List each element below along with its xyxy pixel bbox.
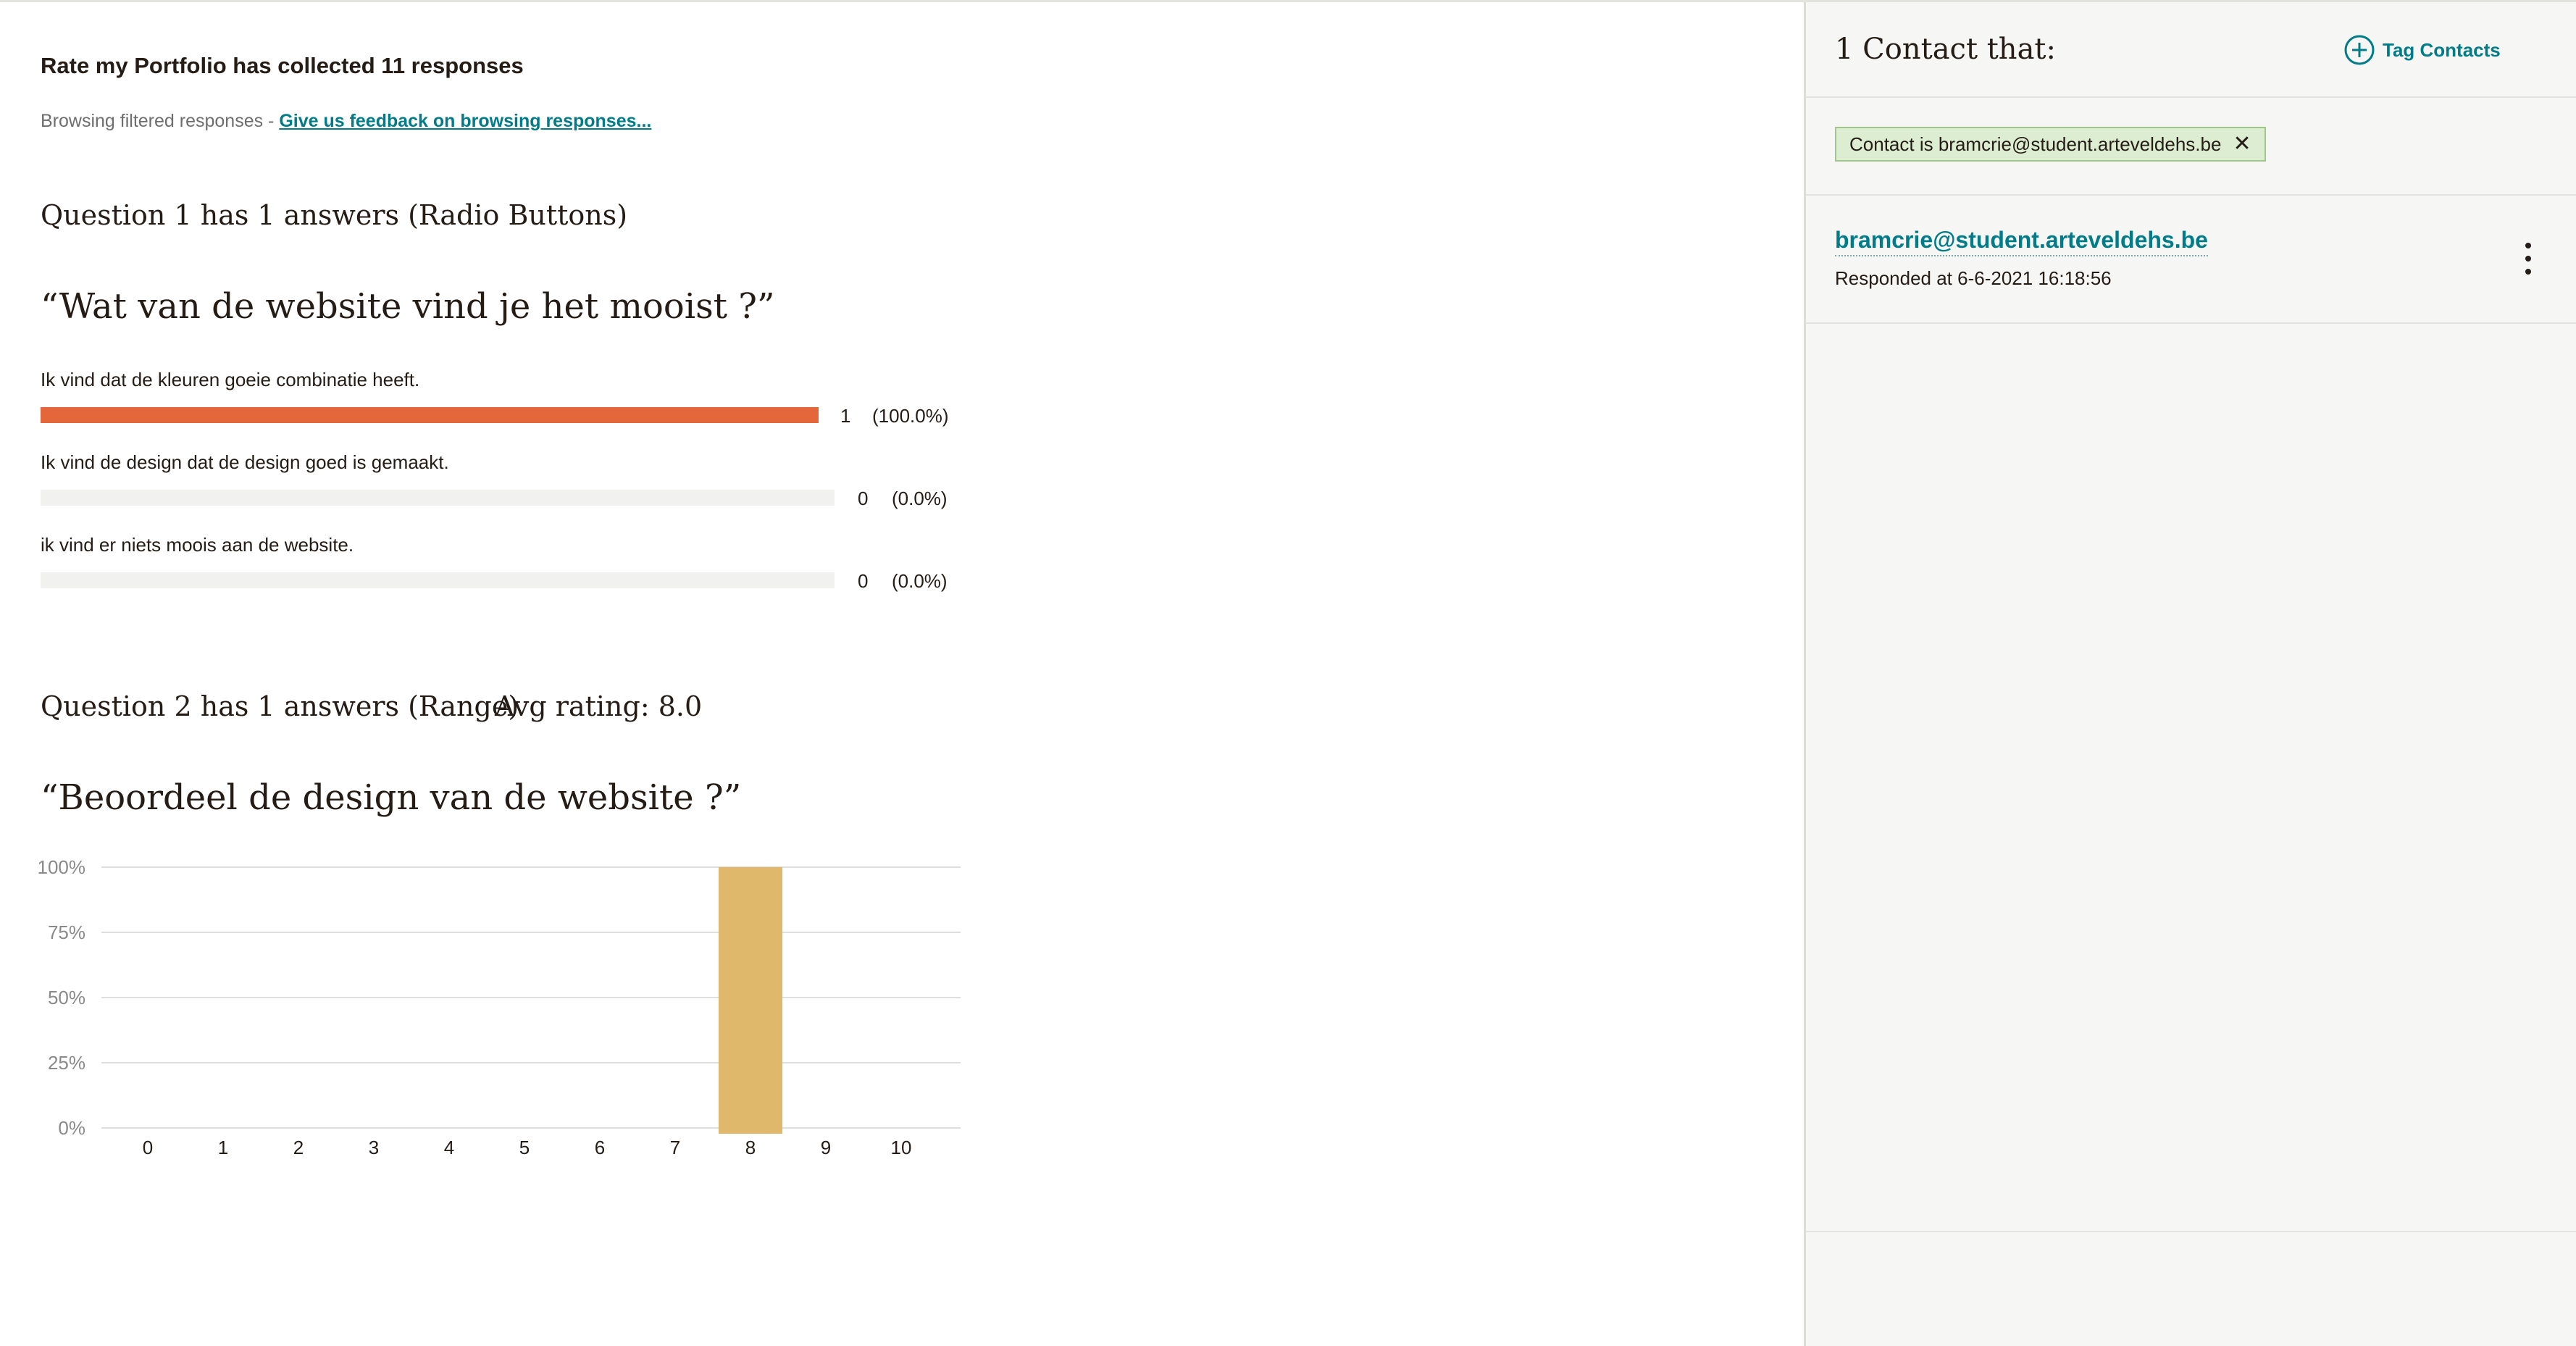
x-tick-label: 1 xyxy=(218,1137,228,1158)
x-tick-label: 7 xyxy=(670,1137,680,1158)
option-count: 0 xyxy=(858,488,869,509)
more-options-icon[interactable] xyxy=(2522,243,2534,275)
x-tick-label: 2 xyxy=(293,1137,304,1158)
x-tick-label: 10 xyxy=(891,1137,912,1158)
x-tick-label: 4 xyxy=(444,1137,454,1158)
question1-header: Question 1 has 1 answers (Radio Buttons) xyxy=(41,199,628,231)
y-tick-label: 50% xyxy=(48,987,85,1008)
x-tick-label: 6 xyxy=(595,1137,605,1158)
tag-contacts-button[interactable]: Tag Contacts xyxy=(2343,33,2501,67)
tag-contacts-label: Tag Contacts xyxy=(2383,38,2501,61)
option-bar xyxy=(41,490,835,506)
question1-title: “Wat van de website vind je het mooist ?… xyxy=(41,286,775,327)
x-tick-label: 0 xyxy=(143,1137,153,1158)
close-icon[interactable]: ✕ xyxy=(2233,133,2251,155)
responded-timestamp: Responded at 6-6-2021 16:18:56 xyxy=(1835,267,2112,289)
responses-panel: Rate my Portfolio has collected 11 respo… xyxy=(0,2,1804,1346)
option-bar-fill xyxy=(41,407,819,423)
range-chart: 0% 25% 50% 75% 100% 0 1 2 3 4 5 6 7 8 9 10 xyxy=(38,856,961,1158)
x-tick-label: 5 xyxy=(519,1137,530,1158)
option-percent: (0.0%) xyxy=(892,488,948,509)
divider xyxy=(1806,194,2576,196)
y-tick-label: 25% xyxy=(48,1052,85,1074)
contacts-heading: 1 Contact that: xyxy=(1835,33,2056,66)
y-tick-label: 100% xyxy=(38,856,86,878)
plus-circle-icon xyxy=(2344,35,2375,65)
y-tick-label: 75% xyxy=(48,921,85,943)
option-label: ik vind er niets moois aan de website. xyxy=(41,534,354,556)
divider xyxy=(1806,322,2576,324)
option-count: 0 xyxy=(858,570,869,592)
question2-header: Question 2 has 1 answers (Range) xyxy=(41,690,519,722)
option-bar xyxy=(41,407,819,423)
bar xyxy=(719,867,782,1134)
option-count: 1 xyxy=(840,405,851,427)
option-label: Ik vind dat de kleuren goeie combinatie … xyxy=(41,369,420,390)
filter-chip-label: Contact is bramcrie@student.arteveldehs.… xyxy=(1849,133,2222,155)
contacts-sidebar: 1 Contact that: Tag Contacts Contact is … xyxy=(1804,2,2576,1346)
contact-email-link[interactable]: bramcrie@student.arteveldehs.be xyxy=(1835,227,2208,256)
option-bar xyxy=(41,572,835,588)
option-percent: (100.0%) xyxy=(872,405,949,427)
question2-title: “Beoordeel de design van de website ?” xyxy=(41,777,742,818)
divider xyxy=(1806,96,2576,98)
option-percent: (0.0%) xyxy=(892,570,948,592)
browsing-note: Browsing filtered responses - Give us fe… xyxy=(41,111,651,132)
divider xyxy=(1806,1231,2576,1232)
x-tick-label: 9 xyxy=(821,1137,831,1158)
x-tick-label: 3 xyxy=(369,1137,379,1158)
option-label: Ik vind de design dat de design goed is … xyxy=(41,451,449,473)
feedback-link[interactable]: Give us feedback on browsing responses..… xyxy=(279,111,651,131)
responses-summary: Rate my Portfolio has collected 11 respo… xyxy=(41,53,524,78)
question2-avg-rating: Avg rating: 8.0 xyxy=(495,690,703,722)
x-tick-label: 8 xyxy=(745,1137,756,1158)
browsing-prefix: Browsing filtered responses - xyxy=(41,111,280,131)
filter-chip: Contact is bramcrie@student.arteveldehs.… xyxy=(1835,127,2266,162)
y-tick-label: 0% xyxy=(58,1117,85,1139)
